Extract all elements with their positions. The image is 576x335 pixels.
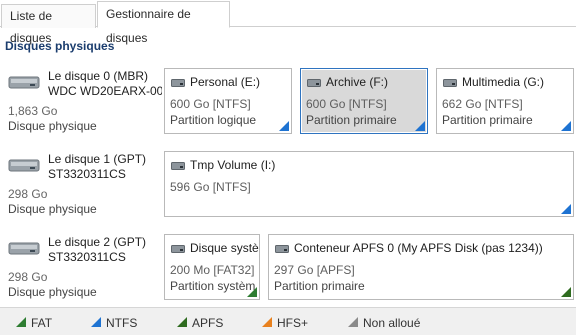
disk-info-0[interactable]: Le disque 0 (MBR) WDC WD20EARX-00 1,863 … bbox=[0, 62, 162, 138]
disk-manager-window: Liste de disques Gestionnaire de disques… bbox=[0, 0, 576, 335]
partition-filesystem: 600 Go [NTFS] bbox=[170, 97, 251, 111]
drive-icon bbox=[171, 79, 185, 87]
partition-kind: Partition logique bbox=[170, 113, 257, 127]
drive-icon bbox=[171, 245, 185, 253]
partition-filesystem: 596 Go [NTFS] bbox=[170, 180, 251, 194]
partition-archive[interactable]: Archive (F:) 600 Go [NTFS] Partition pri… bbox=[300, 68, 428, 134]
tab-bar: Liste de disques Gestionnaire de disques bbox=[0, 0, 576, 45]
triangle-corner-icon bbox=[279, 121, 289, 131]
disk-size: 298 Go bbox=[8, 187, 48, 201]
partition-title: Conteneur APFS 0 (My APFS Disk (pas 1234… bbox=[294, 241, 543, 255]
triangle-corner-icon bbox=[177, 317, 187, 327]
partition-filesystem: 662 Go [NTFS] bbox=[442, 97, 523, 111]
filesystem-legend: FAT NTFS APFS HFS+ Non alloué bbox=[0, 307, 576, 335]
partition-filesystem: 200 Mo [FAT32] bbox=[170, 263, 255, 277]
disk-size: 1,863 Go bbox=[8, 104, 58, 118]
partition-title: Personal (E:) bbox=[190, 75, 261, 89]
triangle-corner-icon bbox=[415, 121, 425, 131]
disk-model: ST3320311CS bbox=[48, 250, 126, 264]
triangle-corner-icon bbox=[561, 287, 571, 297]
triangle-corner-icon bbox=[91, 317, 101, 327]
partition-filesystem: 297 Go [APFS] bbox=[274, 263, 355, 277]
disk-model: ST3320311CS bbox=[48, 167, 126, 181]
disk-row-1: Le disque 1 (GPT) ST3320311CS 298 Go Dis… bbox=[0, 145, 576, 221]
disk-row-0: Le disque 0 (MBR) WDC WD20EARX-00 1,863 … bbox=[0, 62, 576, 138]
disk-size: 298 Go bbox=[8, 270, 48, 284]
section-title: Disques physiques bbox=[5, 39, 115, 53]
partition-kind: Partition primaire bbox=[274, 279, 365, 293]
legend-label: APFS bbox=[192, 316, 224, 330]
triangle-corner-icon bbox=[16, 317, 26, 327]
disk-kind: Disque physique bbox=[8, 202, 97, 216]
legend-label: FAT bbox=[31, 316, 53, 330]
partition-kind: Partition systèm bbox=[170, 279, 256, 293]
partition-kind: Partition primaire bbox=[442, 113, 533, 127]
partition-title: Multimedia (G:) bbox=[462, 75, 545, 89]
triangle-corner-icon bbox=[247, 287, 257, 297]
tab-disk-list[interactable]: Liste de disques bbox=[1, 4, 96, 45]
disk-row-2: Le disque 2 (GPT) ST3320311CS 298 Go Dis… bbox=[0, 228, 576, 304]
hard-disk-icon bbox=[8, 242, 40, 255]
drive-icon bbox=[171, 162, 185, 170]
partition-title: Tmp Volume (I:) bbox=[190, 158, 276, 172]
triangle-corner-icon bbox=[561, 121, 571, 131]
legend-label: NTFS bbox=[106, 316, 138, 330]
disk-name: Le disque 2 (GPT) bbox=[48, 235, 147, 249]
disk-kind: Disque physique bbox=[8, 119, 97, 133]
hard-disk-icon bbox=[8, 159, 40, 172]
tab-disk-manager[interactable]: Gestionnaire de disques bbox=[97, 1, 230, 45]
partition-personal[interactable]: Personal (E:) 600 Go [NTFS] Partition lo… bbox=[164, 68, 292, 134]
drive-icon bbox=[275, 245, 289, 253]
triangle-corner-icon bbox=[348, 317, 358, 327]
partition-title: Disque systè bbox=[190, 241, 259, 255]
partition-kind: Partition primaire bbox=[306, 113, 397, 127]
triangle-corner-icon bbox=[262, 317, 272, 327]
disk-name: Le disque 0 (MBR) bbox=[48, 69, 149, 83]
disk-info-2[interactable]: Le disque 2 (GPT) ST3320311CS 298 Go Dis… bbox=[0, 228, 162, 304]
disk-kind: Disque physique bbox=[8, 285, 97, 299]
drive-icon bbox=[443, 79, 457, 87]
legend-label: Non alloué bbox=[363, 316, 421, 330]
partition-tmp-volume[interactable]: Tmp Volume (I:) 596 Go [NTFS] bbox=[164, 151, 574, 217]
hard-disk-icon bbox=[8, 76, 40, 89]
partition-system[interactable]: Disque systè 200 Mo [FAT32] Partition sy… bbox=[164, 234, 260, 300]
legend-label: HFS+ bbox=[277, 316, 309, 330]
partition-title: Archive (F:) bbox=[326, 75, 389, 89]
partition-filesystem: 600 Go [NTFS] bbox=[306, 97, 387, 111]
disk-name: Le disque 1 (GPT) bbox=[48, 152, 147, 166]
disk-model: WDC WD20EARX-00 bbox=[48, 84, 162, 98]
triangle-corner-icon bbox=[561, 204, 571, 214]
partition-multimedia[interactable]: Multimedia (G:) 662 Go [NTFS] Partition … bbox=[436, 68, 574, 134]
drive-icon bbox=[307, 79, 321, 87]
partition-apfs-container[interactable]: Conteneur APFS 0 (My APFS Disk (pas 1234… bbox=[268, 234, 574, 300]
disk-info-1[interactable]: Le disque 1 (GPT) ST3320311CS 298 Go Dis… bbox=[0, 145, 162, 221]
